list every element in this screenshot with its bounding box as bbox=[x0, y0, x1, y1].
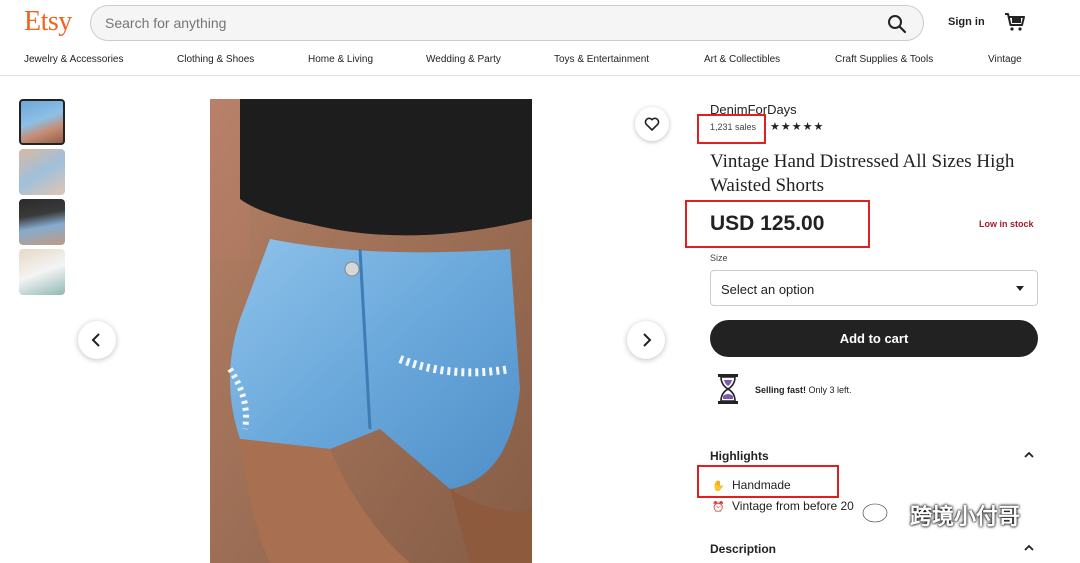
cart-icon[interactable] bbox=[1004, 11, 1026, 33]
shorts-photo bbox=[210, 99, 532, 563]
listing-title: Vintage Hand Distressed All Sizes High W… bbox=[710, 151, 1015, 196]
nav-vintage[interactable]: Vintage bbox=[988, 54, 1022, 65]
stock-status: Low in stock bbox=[979, 219, 1034, 229]
caret-down-icon bbox=[1016, 286, 1024, 291]
category-nav: Jewelry & Accessories Clothing & Shoes H… bbox=[24, 54, 1022, 65]
chevron-up-icon[interactable] bbox=[1023, 544, 1035, 552]
wechat-icon bbox=[862, 503, 897, 527]
alarm-clock-icon: ⏰ bbox=[712, 502, 725, 513]
size-label: Size bbox=[710, 253, 728, 263]
thumbnail-image[interactable] bbox=[19, 199, 65, 245]
search-bar[interactable] bbox=[90, 5, 924, 41]
watermark-text: 跨境小付哥 bbox=[910, 504, 1021, 529]
site-header: Etsy Sign in Jewelry & Accessories Cloth… bbox=[0, 0, 1080, 76]
previous-image-button[interactable] bbox=[78, 321, 116, 359]
annotation-box bbox=[685, 200, 870, 248]
etsy-logo[interactable]: Etsy bbox=[24, 6, 72, 38]
nav-craft[interactable]: Craft Supplies & Tools bbox=[835, 54, 988, 65]
highlight-vintage: ⏰ Vintage from before 20 bbox=[712, 499, 854, 513]
nav-home[interactable]: Home & Living bbox=[308, 54, 426, 65]
next-image-button[interactable] bbox=[627, 321, 665, 359]
add-to-cart-button[interactable]: Add to cart bbox=[710, 320, 1038, 357]
search-input[interactable] bbox=[105, 15, 865, 31]
nav-art[interactable]: Art & Collectibles bbox=[704, 54, 835, 65]
size-select[interactable]: Select an option bbox=[710, 270, 1038, 306]
chevron-up-icon[interactable] bbox=[1023, 451, 1035, 459]
favorite-button[interactable] bbox=[635, 107, 669, 141]
product-photo bbox=[210, 99, 532, 563]
search-icon[interactable] bbox=[887, 14, 907, 34]
thumbnail-image[interactable] bbox=[19, 249, 65, 295]
annotation-box bbox=[697, 114, 766, 144]
nav-jewelry[interactable]: Jewelry & Accessories bbox=[24, 54, 177, 65]
annotation-box bbox=[697, 465, 839, 498]
highlights-heading[interactable]: Highlights bbox=[710, 449, 769, 463]
sign-in-link[interactable]: Sign in bbox=[948, 16, 985, 28]
thumbnail-image[interactable] bbox=[19, 99, 65, 145]
selling-fast-notice: Selling fast! Only 3 left. bbox=[755, 385, 852, 395]
description-heading[interactable]: Description bbox=[710, 542, 776, 556]
selling-fast-rest: Only 3 left. bbox=[808, 385, 852, 395]
highlight-label: Vintage from before 20 bbox=[732, 499, 854, 513]
thumbnail-image[interactable] bbox=[19, 149, 65, 195]
size-select-value: Select an option bbox=[721, 282, 815, 297]
heart-icon bbox=[644, 117, 660, 131]
selling-fast-bold: Selling fast! bbox=[755, 385, 807, 395]
nav-toys[interactable]: Toys & Entertainment bbox=[554, 54, 704, 65]
chevron-right-icon bbox=[643, 333, 652, 347]
nav-clothing[interactable]: Clothing & Shoes bbox=[177, 54, 308, 65]
hourglass-icon bbox=[718, 374, 738, 404]
nav-wedding[interactable]: Wedding & Party bbox=[426, 54, 554, 65]
rating-stars[interactable]: ★★★★★ bbox=[770, 120, 824, 133]
thumbnail-list bbox=[19, 99, 65, 299]
chevron-left-icon bbox=[91, 333, 100, 347]
